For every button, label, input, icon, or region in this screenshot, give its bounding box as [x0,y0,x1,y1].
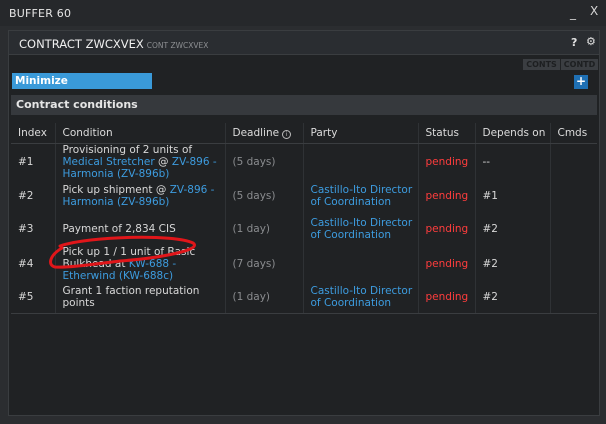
item-link[interactable]: Medical Stretcher [63,156,155,168]
info-icon[interactable]: i [282,129,292,139]
row-cmds [550,246,597,282]
row-index: #3 [11,212,56,246]
row-depends: #2 [475,212,551,246]
row-depends: -- [475,143,551,180]
row-status: pending [418,281,476,314]
window-minimize-button[interactable]: _ [570,6,576,20]
row-deadline: (1 day) [225,212,304,246]
row-party[interactable] [303,245,419,282]
gear-icon[interactable]: ⚙ [586,35,596,48]
conts-button[interactable]: CONTS [523,59,560,70]
header-deadline-label: Deadline [232,126,280,139]
contract-panel: CONTRACT ZWCXVEX CONT ZWCXVEX ? ⚙ CONTS C… [8,30,600,416]
table-row: #1 Provisioning of 2 units of Medical St… [11,143,597,180]
header-cmds: Cmds [550,123,597,144]
row-index: #2 [11,179,56,213]
row-cmds [550,213,597,246]
row-party[interactable] [303,143,419,180]
header-party: Party [303,123,419,144]
condition-text: Pick up shipment @ [62,184,170,196]
table-row: #2 Pick up shipment @ ZV-896 - Harmonia … [11,179,597,213]
table-row: #5 Grant 1 faction reputation points (1 … [11,281,597,314]
row-deadline: (7 days) [225,245,304,282]
row-deadline: (5 days) [225,143,304,180]
help-icon[interactable]: ? [571,36,577,49]
window-close-button[interactable]: X [590,4,598,18]
header-index: Index [11,123,56,144]
row-status: pending [418,245,476,282]
header-condition: Condition [55,123,226,144]
row-deadline: (5 days) [225,179,304,213]
contract-title: CONTRACT ZWCXVEX [19,37,144,51]
row-condition: Provisioning of 2 units of Medical Stret… [55,143,226,180]
conditions-table: Index Condition Deadline i Party Status D… [11,123,597,314]
row-index: #4 [11,245,56,282]
header-depends: Depends on [475,123,551,144]
row-party[interactable]: Castillo-Ito Director of Coordination [303,212,419,246]
row-cmds [550,180,597,213]
row-condition: Pick up 1 / 1 unit of Basic Bulkhead at … [55,245,226,282]
table-header-row: Index Condition Deadline i Party Status D… [11,123,597,144]
row-status: pending [418,143,476,180]
header-status: Status [418,123,476,144]
row-cmds [550,281,597,314]
row-depends: #2 [475,281,551,314]
panel-header: CONTRACT ZWCXVEX CONT ZWCXVEX ? ⚙ [9,31,599,55]
header-deadline: Deadline i [225,123,304,144]
row-status: pending [418,179,476,213]
row-condition: Payment of 2,834 CIS [55,212,226,246]
row-condition: Grant 1 faction reputation points [55,281,226,314]
section-contract-conditions: Contract conditions [11,95,597,115]
row-index: #5 [11,281,56,314]
condition-text: @ [154,155,172,168]
minimize-button[interactable]: Minimize [12,73,152,89]
row-status: pending [418,212,476,246]
condition-text: Provisioning of 2 units of [62,143,193,156]
row-party[interactable]: Castillo-Ito Director of Coordination [303,281,419,314]
row-index: #1 [11,143,56,180]
row-party[interactable]: Castillo-Ito Director of Coordination [303,179,419,213]
panel-title: CONTRACT ZWCXVEX CONT ZWCXVEX [19,37,208,51]
window-titlebar: BUFFER 60 _ X [0,0,606,26]
add-condition-button[interactable]: + [574,75,588,89]
row-condition: Pick up shipment @ ZV-896 - Harmonia (ZV… [55,179,226,213]
row-deadline: (1 day) [225,281,304,314]
row-cmds [550,143,597,180]
table-row: #3 Payment of 2,834 CIS (1 day) Castillo… [11,212,597,246]
window-title: BUFFER 60 [9,7,72,20]
contract-subtitle: CONT ZWCXVEX [146,41,209,50]
row-depends: #1 [475,179,551,213]
row-depends: #2 [475,245,551,282]
contd-button[interactable]: CONTD [561,59,598,70]
table-row: #4 Pick up 1 / 1 unit of Basic Bulkhead … [11,245,597,282]
